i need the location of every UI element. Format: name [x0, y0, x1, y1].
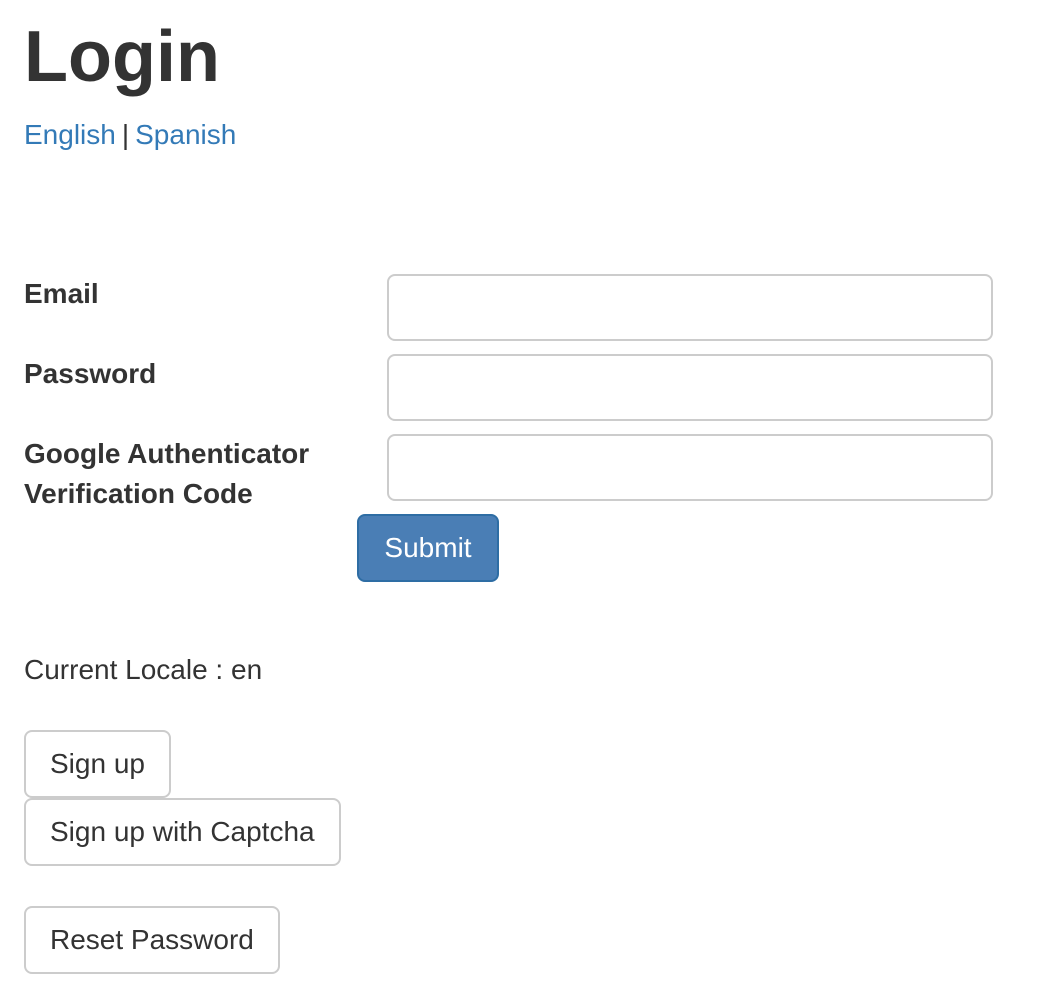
password-label: Password	[24, 358, 157, 389]
verification-code-label-line2: Verification Code	[24, 478, 253, 509]
spanish-link[interactable]: Spanish	[135, 119, 236, 150]
email-field[interactable]	[387, 274, 993, 341]
verification-code-label-line1: Google Authenticator	[24, 438, 310, 469]
email-label: Email	[24, 278, 99, 309]
submit-button[interactable]: Submit	[357, 514, 499, 582]
current-locale-text: Current Locale : en	[24, 654, 263, 685]
page-title: Login	[24, 17, 220, 97]
verification-code-label: Google Authenticator Verification Code	[24, 434, 354, 514]
language-separator: |	[121, 119, 130, 150]
sign-up-button[interactable]: Sign up	[24, 730, 171, 798]
password-field[interactable]	[387, 354, 993, 421]
sign-up-captcha-button[interactable]: Sign up with Captcha	[24, 798, 341, 866]
reset-password-button[interactable]: Reset Password	[24, 906, 280, 974]
language-switcher: English | Spanish	[24, 117, 236, 153]
english-link[interactable]: English	[24, 119, 116, 150]
verification-code-field[interactable]	[387, 434, 993, 501]
